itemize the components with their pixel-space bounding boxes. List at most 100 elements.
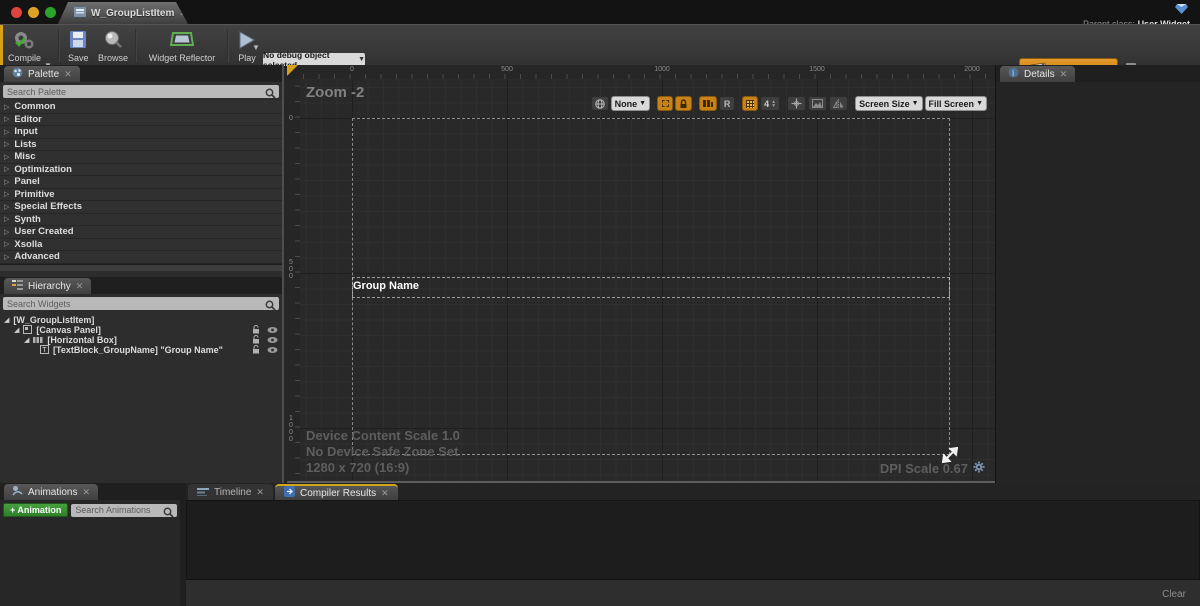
compiler-results-tab[interactable]: Compiler Results ✕: [275, 484, 398, 500]
titlebar: W_GroupListItem ✕ Parent class: User Wid…: [0, 0, 1200, 24]
ruler-tick-label: 0: [350, 66, 354, 73]
fill-screen-dropdown[interactable]: Fill Screen▼: [925, 96, 987, 111]
palette-category-advanced[interactable]: ▷ Advanced: [0, 251, 282, 264]
animations-search-input[interactable]: [75, 504, 161, 517]
expander-icon[interactable]: ▷: [4, 128, 9, 136]
expander-icon[interactable]: ▷: [4, 178, 9, 186]
raw-edit-toggle[interactable]: R: [719, 96, 735, 111]
tree-row-textblock[interactable]: T [TextBlock_GroupName] "Group Name": [0, 345, 282, 355]
close-icon[interactable]: ✕: [256, 488, 264, 497]
show-outlines-toggle[interactable]: [657, 96, 673, 111]
dpi-settings-gear-icon[interactable]: [973, 461, 985, 476]
preview-background-button[interactable]: [808, 96, 827, 111]
play-options-caret-icon[interactable]: ▼: [252, 43, 260, 52]
clear-log-button[interactable]: Clear: [1162, 589, 1186, 600]
vertical-ruler: 0 5 0 0 1 0 0 0: [287, 79, 300, 481]
lock-widgets-toggle[interactable]: [675, 96, 692, 111]
play-label: Play: [238, 53, 256, 63]
textblock-widget[interactable]: Group Name: [353, 280, 419, 292]
browse-button[interactable]: Browse: [98, 27, 128, 64]
animations-tab[interactable]: Animations ✕: [4, 484, 98, 500]
timeline-icon: [197, 483, 209, 501]
toolbar-separator: [58, 29, 60, 62]
tree-row-root[interactable]: ◢ [W_GroupListItem]: [0, 315, 282, 325]
ruler-tick-label: 0: [289, 115, 293, 122]
palette-category-misc[interactable]: ▷Misc: [0, 151, 282, 164]
expander-icon[interactable]: ▷: [4, 253, 9, 261]
macos-zoom-button[interactable]: [45, 7, 56, 18]
preview-stats: Device Content Scale 1.0 No Device Safe …: [306, 428, 460, 476]
expander-icon[interactable]: ▷: [4, 103, 9, 111]
hierarchy-search-input[interactable]: [7, 297, 263, 310]
ruler-tick-label: 1500: [809, 66, 825, 73]
expander-icon[interactable]: ▷: [4, 140, 9, 148]
canvas-viewport[interactable]: Zoom -2 Group Name Device Content Scale …: [300, 79, 995, 481]
palette-category-optimization[interactable]: ▷Optimization: [0, 164, 282, 177]
palette-category-common[interactable]: ▷Common: [0, 101, 282, 114]
grid-snap-toggle[interactable]: [742, 96, 758, 111]
horizontal-box-selection[interactable]: [352, 277, 950, 298]
horizontal-ruler: 0 500 1000 1500 2000: [300, 65, 995, 79]
palette-category-panel[interactable]: ▷Panel: [0, 176, 282, 189]
palette-tab[interactable]: Palette ✕: [4, 66, 80, 82]
expander-icon[interactable]: ▷: [4, 228, 9, 236]
asset-tab[interactable]: W_GroupListItem ✕: [58, 2, 188, 24]
palette-search-input[interactable]: [7, 85, 263, 98]
compile-button[interactable]: Compile: [8, 27, 41, 64]
expander-icon[interactable]: ▷: [4, 165, 9, 173]
palette-category-input[interactable]: ▷Input: [0, 126, 282, 139]
visibility-eye-icon[interactable]: [267, 341, 278, 359]
close-icon[interactable]: ✕: [64, 70, 72, 79]
animations-search: [71, 504, 177, 517]
palette-category-primitive[interactable]: ▷ Primitive: [0, 189, 282, 202]
close-icon[interactable]: ✕: [82, 488, 90, 497]
localization-preview-button[interactable]: [591, 96, 609, 111]
palette-category-editor[interactable]: ▷Editor: [0, 114, 282, 127]
expander-icon[interactable]: ▷: [4, 115, 9, 123]
respect-locks-toggle[interactable]: [699, 96, 717, 111]
screen-size-dropdown[interactable]: Screen Size▼: [855, 96, 922, 111]
chevron-down-icon: ▼: [639, 100, 646, 107]
macos-close-button[interactable]: [11, 7, 22, 18]
palette-category-xsolla[interactable]: ▷Xsolla: [0, 239, 282, 252]
compiler-results-log[interactable]: [186, 500, 1200, 580]
category-label: Primitive: [14, 189, 54, 200]
palette-category-special-effects[interactable]: ▷Special Effects: [0, 201, 282, 214]
lock-icon[interactable]: [252, 341, 261, 359]
asset-tab-label: W_GroupListItem: [91, 8, 174, 19]
flip-preview-button[interactable]: [829, 96, 848, 111]
expander-icon[interactable]: ▷: [4, 153, 9, 161]
add-animation-button[interactable]: + Animation: [3, 503, 68, 517]
preview-none-dropdown[interactable]: None▼: [611, 96, 650, 111]
close-icon[interactable]: ✕: [76, 282, 84, 291]
close-icon[interactable]: ✕: [1060, 70, 1068, 79]
expander-icon[interactable]: ▷: [4, 190, 9, 198]
macos-minimize-button[interactable]: [28, 7, 39, 18]
palette-category-user-created[interactable]: ▷User Created: [0, 226, 282, 239]
palette-category-lists[interactable]: ▷Lists: [0, 139, 282, 152]
expander-icon[interactable]: ◢: [14, 326, 19, 334]
palette-scrollbar[interactable]: [0, 264, 282, 271]
expander-icon[interactable]: ◢: [4, 316, 9, 324]
palette-category-synth[interactable]: ▷Synth: [0, 214, 282, 227]
hierarchy-tab[interactable]: Hierarchy ✕: [4, 278, 91, 294]
designer-canvas[interactable]: 0 500 1000 1500 2000 0 5 0 0 1 0 0 0 Zoo…: [287, 65, 995, 483]
search-icon: [163, 505, 174, 523]
details-tab-label: Details: [1024, 69, 1055, 80]
translation-mode-button[interactable]: [787, 96, 806, 111]
widget-reflector-button[interactable]: Widget Reflector: [143, 27, 221, 64]
svg-text:T: T: [42, 347, 47, 354]
save-button[interactable]: Save: [68, 27, 89, 64]
close-icon[interactable]: ✕: [381, 489, 389, 498]
expander-icon[interactable]: ▷: [4, 215, 9, 223]
expander-icon[interactable]: ▷: [4, 240, 9, 248]
timeline-tab[interactable]: Timeline ✕: [188, 484, 273, 500]
details-tab[interactable]: i Details ✕: [1000, 66, 1075, 82]
resize-handle-icon[interactable]: [942, 447, 958, 468]
ruler-tick-label: 1 0 0 0: [289, 415, 293, 443]
category-label: Advanced: [14, 251, 59, 262]
expander-icon[interactable]: ▷: [4, 203, 9, 211]
grid-snap-size-stepper[interactable]: 4 ▲▼: [760, 96, 780, 111]
expander-icon[interactable]: ◢: [24, 336, 29, 344]
close-icon[interactable]: ✕: [179, 9, 187, 18]
